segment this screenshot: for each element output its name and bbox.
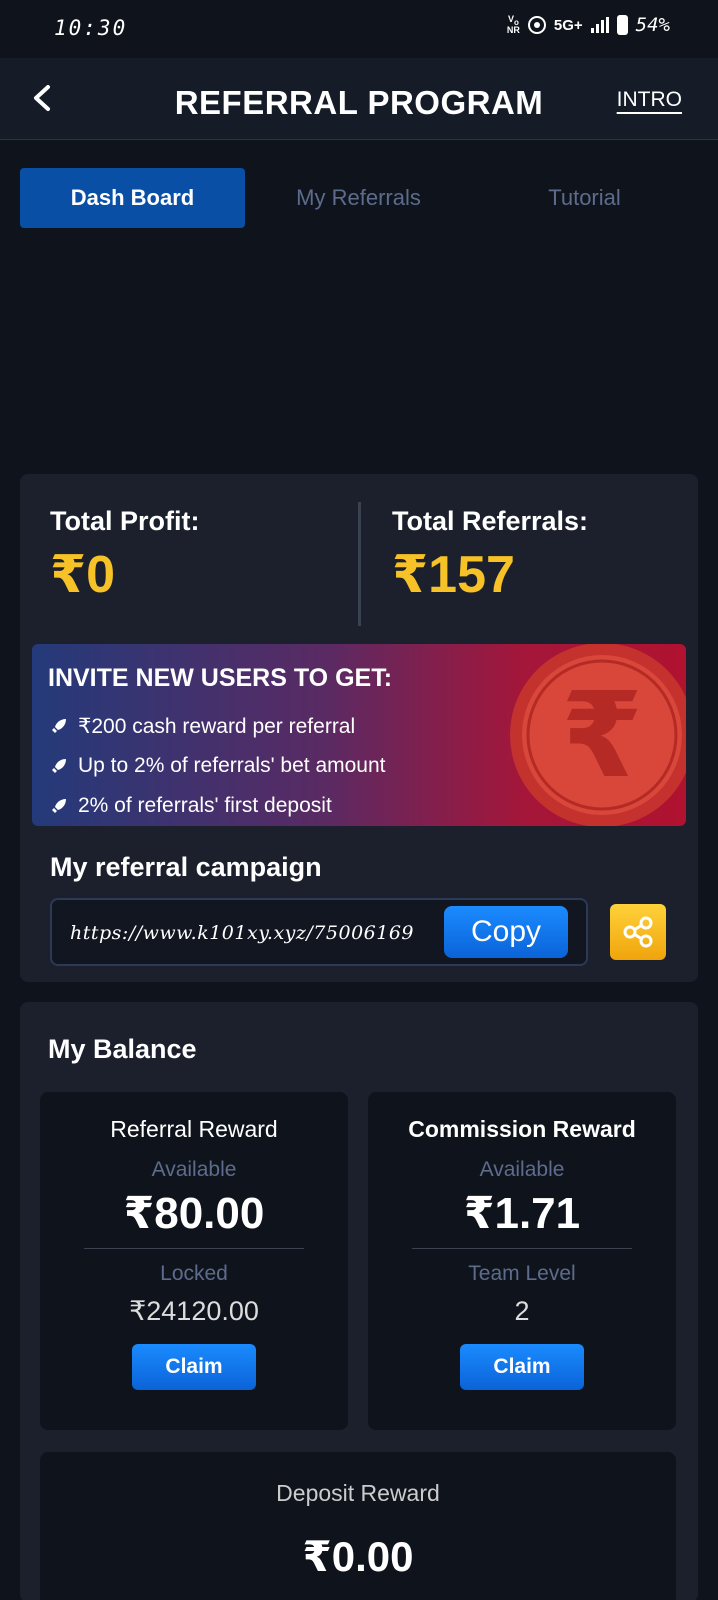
status-time: 10:30	[54, 16, 128, 40]
battery-icon	[616, 15, 628, 35]
total-profit-label: Total Profit:	[50, 506, 200, 536]
invite-banner: ₹ INVITE NEW USERS TO GET: ₹200 cash rew…	[32, 644, 686, 826]
team-level-label: Team Level	[468, 1262, 576, 1285]
deposit-reward-box: Deposit Reward ₹0.00	[40, 1452, 676, 1600]
total-referrals-value: ₹157	[392, 546, 515, 604]
svg-text:₹: ₹	[561, 666, 643, 804]
app-header: REFERRAL PROGRAM INTRO	[0, 58, 718, 140]
status-icons: Vo NR 5G+ 54%	[507, 14, 670, 36]
claim-commission-button[interactable]: Claim	[460, 1344, 584, 1390]
tab-tutorial[interactable]: Tutorial	[472, 168, 697, 228]
referral-summary-card: Total Profit: ₹0 Total Referrals: ₹157 ₹…	[20, 474, 698, 982]
commission-available-value: ₹1.71	[463, 1189, 581, 1238]
benefit-text: Up to 2% of referrals' bet amount	[78, 754, 386, 777]
referral-available-label: Available	[151, 1158, 237, 1181]
tab-my-referrals[interactable]: My Referrals	[246, 168, 471, 228]
battery-percent: 54%	[635, 14, 670, 36]
referral-reward-title: Referral Reward	[110, 1116, 278, 1142]
campaign-title: My referral campaign	[50, 852, 322, 882]
divider	[412, 1248, 632, 1249]
share-button[interactable]	[610, 904, 666, 960]
benefit-item: Up to 2% of referrals' bet amount	[50, 746, 386, 786]
referral-available-value: ₹80.00	[123, 1189, 265, 1238]
page-title: REFERRAL PROGRAM	[174, 84, 544, 121]
copy-button[interactable]: Copy	[444, 906, 568, 958]
network-type: 5G+	[553, 16, 583, 34]
invite-heading: INVITE NEW USERS TO GET:	[48, 664, 393, 692]
intro-link[interactable]: INTRO	[617, 88, 682, 112]
tab-bar: Dash Board My Referrals Tutorial	[20, 168, 698, 228]
signal-icon	[590, 17, 609, 33]
benefit-text: ₹200 cash reward per referral	[78, 714, 356, 738]
referral-locked-value: ₹24120.00	[129, 1296, 259, 1326]
balance-card: My Balance Referral Reward Available ₹80…	[20, 1002, 698, 1600]
rocket-icon	[52, 759, 66, 773]
total-profit-value: ₹0	[50, 546, 116, 604]
commission-reward-title: Commission Reward	[408, 1116, 636, 1142]
referral-locked-label: Locked	[160, 1262, 228, 1285]
total-profit-stat: Total Profit: ₹0	[50, 506, 199, 605]
total-referrals-stat: Total Referrals: ₹157	[392, 506, 588, 605]
referral-link-field[interactable]: https://www.k101xy.xyz/75006169 Copy	[50, 898, 588, 966]
vonr-indicator: Vo NR	[506, 13, 520, 36]
benefit-item: 2% of referrals' first deposit	[50, 786, 386, 826]
benefit-text: 2% of referrals' first deposit	[78, 794, 332, 817]
share-icon	[623, 916, 653, 948]
commission-available-label: Available	[479, 1158, 565, 1181]
rocket-icon	[52, 719, 66, 733]
status-bar: 10:30 Vo NR 5G+ 54%	[0, 0, 718, 58]
total-referrals-label: Total Referrals:	[392, 506, 589, 536]
balance-title: My Balance	[48, 1034, 197, 1064]
claim-referral-button[interactable]: Claim	[132, 1344, 256, 1390]
rocket-icon	[52, 799, 66, 813]
commission-reward-box: Commission Reward Available ₹1.71 Team L…	[368, 1092, 676, 1430]
stat-divider	[358, 502, 361, 626]
benefit-item: ₹200 cash reward per referral	[50, 706, 386, 746]
hotspot-icon	[527, 16, 546, 34]
rupee-coin-icon: ₹	[510, 644, 686, 826]
referral-link-text: https://www.k101xy.xyz/75006169	[70, 922, 415, 944]
deposit-reward-value: ₹0.00	[302, 1533, 414, 1580]
tab-dashboard[interactable]: Dash Board	[20, 168, 245, 228]
team-level-value: 2	[514, 1296, 530, 1326]
invite-benefits-list: ₹200 cash reward per referral Up to 2% o…	[50, 706, 386, 826]
divider	[84, 1248, 304, 1249]
referral-reward-box: Referral Reward Available ₹80.00 Locked …	[40, 1092, 348, 1430]
deposit-reward-title: Deposit Reward	[276, 1480, 440, 1506]
